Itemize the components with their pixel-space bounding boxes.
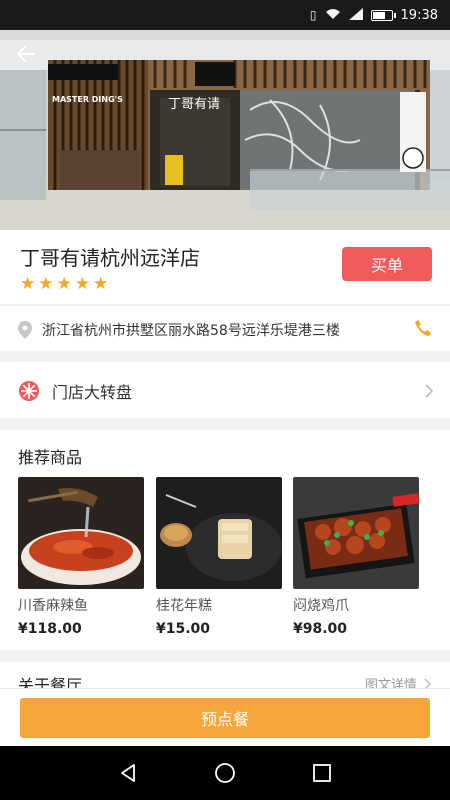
star-icon: ★: [93, 274, 109, 294]
buy-button[interactable]: 买单: [342, 247, 432, 281]
recommended-products: 推荐商品 川香麻辣鱼 ¥118.00 桂花年糕 ¥15.00 闷烧鸡爪 ¥98.…: [0, 430, 450, 650]
preorder-button[interactable]: 预点餐: [20, 698, 430, 738]
product-name: 桂花年糕: [156, 598, 212, 614]
store-address: 浙江省杭州市拱墅区丽水路58号远洋乐堤港三楼: [42, 323, 340, 339]
address-row: 浙江省杭州市拱墅区丽水路58号远洋乐堤港三楼: [0, 305, 450, 351]
chevron-right-icon: [425, 384, 434, 398]
product-image: [18, 477, 144, 589]
product-price: ¥15.00: [156, 621, 211, 637]
wifi-icon: [325, 8, 341, 23]
product-card[interactable]: 桂花年糕 ¥15.00: [156, 477, 282, 637]
battery-icon: [370, 9, 396, 21]
product-image: [156, 477, 282, 589]
nav-recents-button[interactable]: [302, 753, 342, 793]
bottom-action-bar: 预点餐: [0, 688, 450, 746]
product-price: ¥98.00: [293, 621, 348, 637]
lucky-wheel-label: 门店大转盘: [52, 383, 133, 402]
store-hero-image: MASTER DING'S 丁哥有请: [0, 30, 450, 230]
signal-icon: [348, 7, 363, 23]
star-icon: ★: [56, 274, 72, 294]
back-arrow-icon: [16, 45, 36, 63]
phone-icon[interactable]: [414, 319, 432, 337]
vibrate-icon: ▯: [309, 8, 317, 22]
product-card[interactable]: 闷烧鸡爪 ¥98.00: [293, 477, 419, 637]
signage-en: MASTER DING'S: [52, 95, 123, 104]
store-info: 丁哥有请杭州远洋店 ★ ★ ★ ★ ★ 买单: [0, 230, 450, 304]
star-icon: ★: [38, 274, 54, 294]
nav-recents-icon: [312, 764, 331, 782]
nav-back-button[interactable]: [108, 753, 148, 793]
product-price: ¥118.00: [18, 621, 82, 637]
back-button[interactable]: [12, 40, 40, 68]
star-icon: ★: [74, 274, 90, 294]
star-icon: ★: [20, 274, 36, 294]
system-nav-bar: [0, 746, 450, 800]
rating-stars: ★ ★ ★ ★ ★: [20, 276, 108, 293]
product-name: 川香麻辣鱼: [18, 598, 88, 614]
product-image: [293, 477, 419, 589]
lucky-wheel-row[interactable]: 门店大转盘: [0, 362, 450, 418]
products-title: 推荐商品: [18, 448, 83, 467]
signage-cn: 丁哥有请: [168, 97, 221, 112]
product-card[interactable]: 川香麻辣鱼 ¥118.00: [18, 477, 144, 637]
nav-home-icon: [215, 763, 235, 783]
nav-back-icon: [121, 764, 136, 782]
status-time: 19:38: [400, 7, 438, 23]
product-name: 闷烧鸡爪: [293, 598, 349, 614]
location-pin-icon: [18, 321, 32, 339]
status-bar: ▯ 19:38: [0, 0, 450, 30]
nav-home-button[interactable]: [205, 753, 245, 793]
store-name: 丁哥有请杭州远洋店: [20, 246, 200, 270]
wheel-icon: [19, 381, 39, 401]
